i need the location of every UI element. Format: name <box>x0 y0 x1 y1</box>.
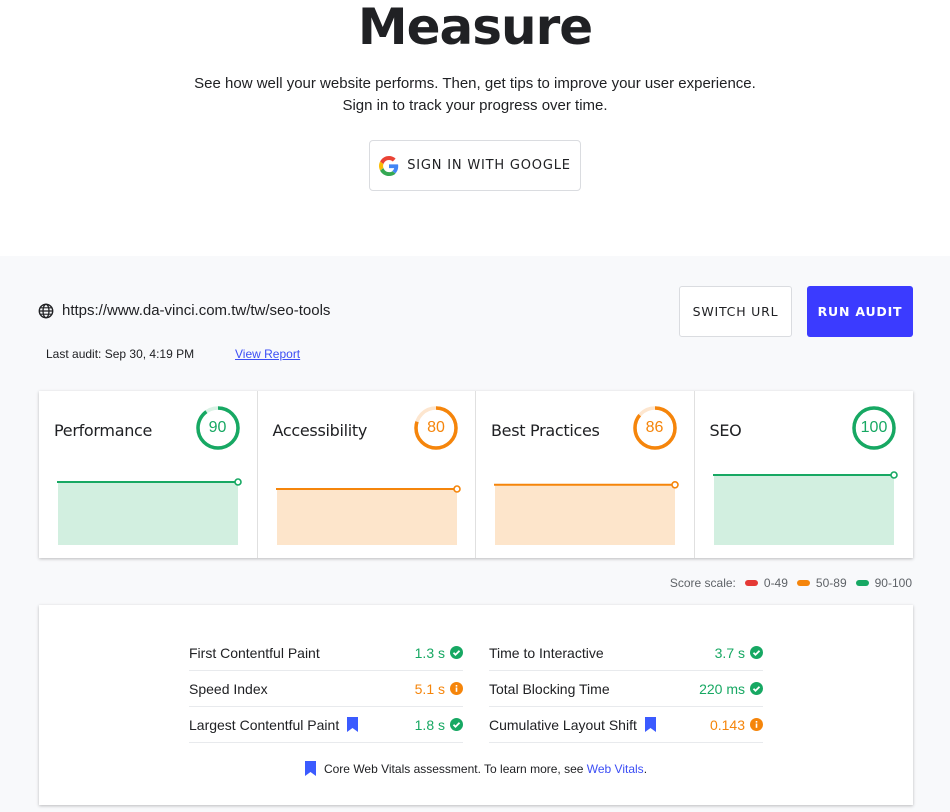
score-history-chart <box>57 478 242 545</box>
info-circle-icon <box>450 682 463 695</box>
category-title: Accessibility <box>272 421 368 440</box>
subtitle-line-1: See how well your website performs. Then… <box>194 75 756 92</box>
metric-value-wrap: 220 ms <box>699 681 763 697</box>
metric-value-wrap: 0.143 <box>710 717 763 733</box>
category-card-best-practices[interactable]: Best Practices 86 <box>476 391 695 558</box>
audited-url: https://www.da-vinci.com.tw/tw/seo-tools <box>38 302 330 319</box>
history-point[interactable] <box>671 481 679 489</box>
score-value: 86 <box>645 419 664 436</box>
category-title: Performance <box>54 421 153 440</box>
metric-name: Largest Contentful Paint <box>189 716 340 733</box>
legend-average-range: 50-89 <box>815 576 847 590</box>
score-history-chart <box>712 471 898 545</box>
history-area <box>58 482 238 545</box>
score-history-chart <box>275 485 461 545</box>
metric-name: Cumulative Layout Shift <box>489 716 637 733</box>
metric-value-wrap: 3.7 s <box>715 645 763 661</box>
history-point[interactable] <box>234 478 242 486</box>
score-value: 100 <box>860 419 888 436</box>
metric-name-wrap: Cumulative Layout Shift <box>489 717 656 733</box>
metrics-column-right: Time to Interactive 3.7 s Total Blocking T… <box>489 635 763 743</box>
metric-row: Total Blocking Time 220 ms <box>489 671 763 707</box>
page-title: Measure <box>357 0 593 56</box>
globe-icon <box>38 303 54 318</box>
score-scale-legend: Score scale: 0-49 50-89 90-100 <box>670 576 912 590</box>
metric-value: 0.143 <box>709 716 745 733</box>
metric-value: 1.8 s <box>414 716 445 733</box>
core-web-vital-bookmark-icon <box>644 717 656 732</box>
last-audit-text: Last audit: Sep 30, 4:19 PM <box>46 347 195 361</box>
check-circle-icon <box>450 718 463 731</box>
check-circle-icon <box>750 646 763 659</box>
metric-name-wrap: Total Blocking Time <box>489 681 610 697</box>
check-circle-icon <box>450 646 463 659</box>
legend-poor-range: 0-49 <box>763 576 788 590</box>
web-vitals-link[interactable]: Web Vitals <box>587 762 644 776</box>
subtitle-line-2: Sign in to track your progress over time… <box>342 97 608 114</box>
metric-name: First Contentful Paint <box>189 644 320 661</box>
metric-value: 5.1 s <box>414 680 445 697</box>
metric-row: Cumulative Layout Shift 0.143 <box>489 707 763 743</box>
metric-name: Total Blocking Time <box>489 680 610 697</box>
legend-average-swatch <box>796 580 810 586</box>
sign-in-label: SIGN IN WITH GOOGLE <box>407 158 571 173</box>
hero-subtitle: See how well your website performs. Then… <box>0 73 950 117</box>
legend-poor-swatch <box>744 580 758 586</box>
legend-good-range: 90-100 <box>874 576 912 590</box>
metric-value-wrap: 1.3 s <box>415 645 463 661</box>
metrics-panel: First Contentful Paint 1.3 s Speed Index 5.… <box>39 605 913 805</box>
google-icon <box>379 155 399 176</box>
category-title: Best Practices <box>491 421 600 440</box>
metric-row: First Contentful Paint 1.3 s <box>189 635 463 671</box>
category-card-seo[interactable]: SEO 100 <box>695 391 914 558</box>
history-point[interactable] <box>452 485 461 493</box>
history-point[interactable] <box>889 471 898 479</box>
category-card-performance[interactable]: Performance 90 <box>39 391 258 558</box>
metrics-column-left: First Contentful Paint 1.3 s Speed Index 5.… <box>189 635 463 743</box>
metric-value: 1.3 s <box>414 644 445 661</box>
metric-name-wrap: First Contentful Paint <box>189 645 320 661</box>
score-history-chart <box>494 481 679 545</box>
legend-label: Score scale: <box>669 576 736 590</box>
metric-name-wrap: Time to Interactive <box>489 645 604 661</box>
history-area <box>495 484 675 545</box>
run-audit-button[interactable]: RUN AUDIT <box>807 286 913 337</box>
legend-good-swatch <box>855 580 869 586</box>
switch-url-button[interactable]: SWITCH URL <box>679 286 792 337</box>
check-circle-icon <box>750 682 763 695</box>
metric-value: 220 ms <box>699 680 745 697</box>
metric-row: Speed Index 5.1 s <box>189 671 463 707</box>
info-circle-icon <box>750 718 763 731</box>
category-card-accessibility[interactable]: Accessibility 80 <box>258 391 476 558</box>
metric-name: Time to Interactive <box>489 644 604 661</box>
category-title: SEO <box>709 421 742 440</box>
footnote-end: . <box>643 761 648 776</box>
metric-name-wrap: Largest Contentful Paint <box>189 716 359 733</box>
core-web-vital-bookmark-icon <box>347 717 359 732</box>
core-web-vitals-footnote: Core Web Vitals assessment. To learn mor… <box>39 761 913 776</box>
sign-in-with-google-button[interactable]: SIGN IN WITH GOOGLE <box>369 140 581 191</box>
score-value: 90 <box>208 419 227 436</box>
metric-name: Speed Index <box>189 680 268 697</box>
history-area <box>713 475 894 545</box>
metric-row: Time to Interactive 3.7 s <box>489 635 763 671</box>
view-report-link[interactable]: View Report <box>235 347 300 361</box>
bookmark-icon <box>304 761 316 776</box>
footnote-text: Core Web Vitals assessment. To learn mor… <box>323 761 584 776</box>
score-value: 80 <box>427 419 445 436</box>
metric-value-wrap: 1.8 s <box>415 717 463 733</box>
metric-value-wrap: 5.1 s <box>415 681 463 697</box>
history-area <box>276 489 457 545</box>
hero-section: Measure See how well your website perfor… <box>0 0 950 256</box>
audit-section: https://www.da-vinci.com.tw/tw/seo-tools… <box>0 256 950 812</box>
url-text: https://www.da-vinci.com.tw/tw/seo-tools <box>62 302 331 319</box>
metric-name-wrap: Speed Index <box>189 681 268 697</box>
metric-value: 3.7 s <box>714 644 745 661</box>
category-scores: Performance 90 Accessibility 80 Best Practic… <box>39 391 913 558</box>
metric-row: Largest Contentful Paint 1.8 s <box>189 707 463 743</box>
